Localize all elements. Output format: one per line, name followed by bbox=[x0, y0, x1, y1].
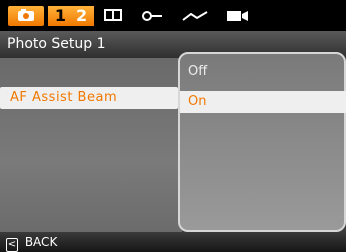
back-label[interactable]: BACK bbox=[25, 235, 57, 249]
option-off[interactable]: Off bbox=[188, 64, 207, 79]
back-arrow-icon[interactable]: < bbox=[6, 238, 18, 252]
page-1[interactable]: 1 bbox=[55, 6, 66, 26]
menu-tab-bar: 1 2 bbox=[0, 0, 346, 31]
page-2[interactable]: 2 bbox=[76, 6, 87, 26]
camera-icon bbox=[17, 7, 35, 26]
camera-menu-screen: 1 2 Photo Setup 1 AF Assist Beam Off On … bbox=[0, 0, 346, 252]
page-tabs[interactable]: 1 2 bbox=[48, 6, 94, 26]
footer-bar: < BACK bbox=[0, 232, 346, 252]
settings-list: AF Assist Beam bbox=[0, 58, 182, 233]
playback-icon bbox=[104, 7, 122, 26]
menu-item-af-assist-beam[interactable]: AF Assist Beam bbox=[0, 87, 178, 109]
tab-key[interactable] bbox=[138, 6, 166, 26]
tab-playback[interactable] bbox=[100, 6, 126, 26]
movie-icon bbox=[225, 7, 249, 26]
tab-line[interactable] bbox=[178, 6, 212, 26]
options-panel: Off On bbox=[178, 52, 346, 232]
tab-movie[interactable] bbox=[222, 6, 252, 26]
tab-photo[interactable] bbox=[8, 6, 44, 26]
line-icon bbox=[181, 7, 209, 26]
key-icon bbox=[141, 7, 163, 26]
option-on[interactable]: On bbox=[180, 91, 346, 113]
